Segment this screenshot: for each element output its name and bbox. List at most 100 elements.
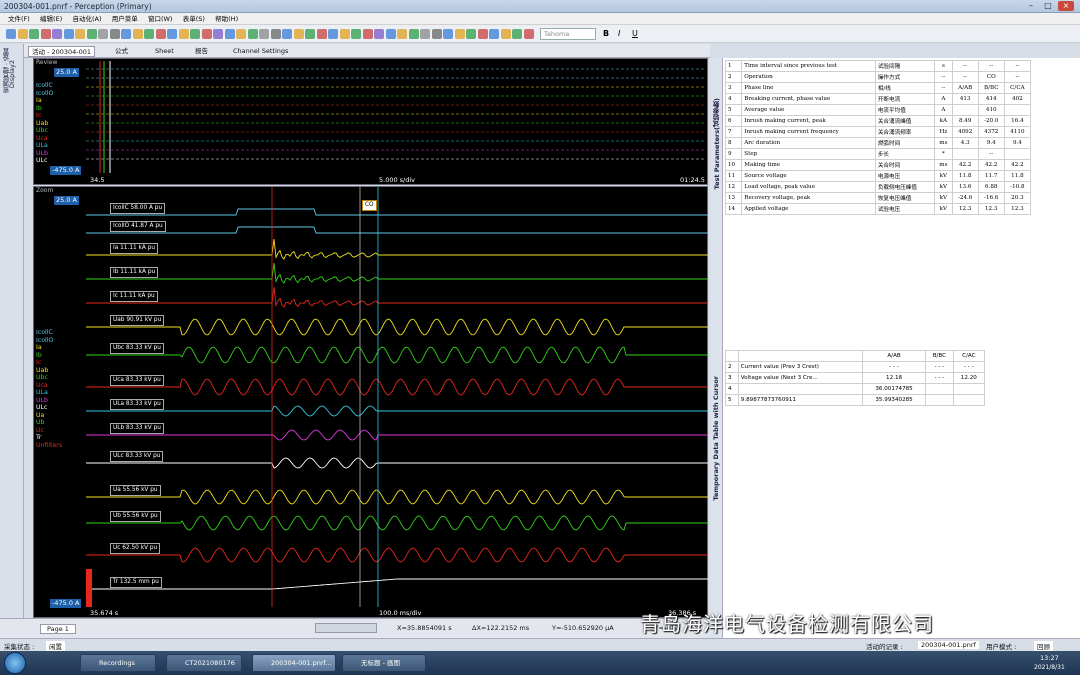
- trace-label[interactable]: IcollO 41.87 A pu: [110, 221, 166, 232]
- zoom-channel[interactable]: ULa: [36, 389, 62, 397]
- menu-user[interactable]: 用户菜单: [112, 13, 138, 25]
- zoom-channel[interactable]: Ub: [36, 419, 62, 427]
- toolbar-icon[interactable]: [201, 29, 212, 39]
- menu-sheet[interactable]: 表单(S): [183, 13, 205, 25]
- toolbar-icon[interactable]: [500, 29, 511, 39]
- playback-controls[interactable]: [315, 623, 377, 633]
- toolbar-icon[interactable]: [328, 29, 338, 39]
- toolbar-icon[interactable]: [224, 29, 235, 39]
- trace-label[interactable]: Tr 132.5 mm pu: [110, 577, 162, 588]
- toolbar-icon[interactable]: [75, 29, 85, 39]
- menu-edit[interactable]: 编辑(E): [40, 13, 62, 25]
- trace-label[interactable]: IcollC 58.00 A pu: [110, 203, 166, 214]
- zoom-channel[interactable]: Ic: [36, 359, 62, 367]
- tab-activity[interactable]: 活动 - 200304-001: [28, 46, 96, 57]
- toolbar-icon[interactable]: [305, 29, 315, 39]
- tab-channel-settings[interactable]: Channel Settings: [230, 46, 291, 57]
- toolbar-icon[interactable]: [489, 29, 499, 39]
- toolbar-icon[interactable]: [144, 29, 154, 39]
- toolbar-icon[interactable]: [293, 29, 304, 39]
- toolbar-icon[interactable]: [431, 29, 442, 39]
- trace-label[interactable]: Uc 62.50 kV pu: [110, 543, 161, 554]
- toolbar-icon[interactable]: [385, 29, 396, 39]
- zoom-panel[interactable]: Zoom 25.0 A -475.0 A IcollC IcollO Ia Ib Ic U…: [33, 186, 708, 618]
- toolbar-icon[interactable]: [17, 29, 28, 39]
- toolbar-icon[interactable]: [29, 29, 39, 39]
- zoom-channel[interactable]: IcollC: [36, 329, 62, 337]
- toolbar-icon[interactable]: [167, 29, 177, 39]
- review-channel[interactable]: Ib: [36, 105, 53, 113]
- trace-label[interactable]: ULa 83.33 kV pu: [110, 399, 164, 410]
- toolbar-icon[interactable]: [282, 29, 292, 39]
- toolbar-icon[interactable]: [523, 29, 534, 39]
- tab-sheet[interactable]: Sheet: [152, 46, 177, 57]
- toolbar-icon[interactable]: [155, 29, 166, 39]
- review-channel[interactable]: IcollC: [36, 82, 53, 90]
- zoom-channel[interactable]: Uca: [36, 382, 62, 390]
- zoom-scale-top[interactable]: 25.0 A: [54, 196, 79, 205]
- review-channel[interactable]: ULa: [36, 142, 53, 150]
- toolbar-icon[interactable]: [466, 29, 476, 39]
- trace-label[interactable]: Uca 83.33 kV pu: [110, 375, 164, 386]
- trace-label[interactable]: Ib 11.11 kA pu: [110, 267, 159, 278]
- toolbar-icon[interactable]: [190, 29, 200, 39]
- toolbar-icon[interactable]: [408, 29, 419, 39]
- italic-button[interactable]: I: [618, 29, 620, 38]
- menu-file[interactable]: 文件(F): [8, 13, 30, 25]
- tab-formula[interactable]: 公式: [112, 46, 131, 57]
- review-channel[interactable]: Ic: [36, 112, 53, 120]
- minimize-button[interactable]: –: [1023, 1, 1039, 11]
- toolbar-icon[interactable]: [236, 29, 246, 39]
- zoom-channel[interactable]: Uab: [36, 367, 62, 375]
- close-button[interactable]: ×: [1058, 1, 1074, 11]
- menu-help[interactable]: 帮助(H): [215, 13, 238, 25]
- toolbar-icon[interactable]: [362, 29, 373, 39]
- trace-label[interactable]: Uab 90.91 kV pu: [110, 315, 165, 326]
- zoom-channel[interactable]: Unfilters: [36, 442, 62, 450]
- review-channel[interactable]: ULc: [36, 157, 53, 165]
- review-channel[interactable]: Ia: [36, 97, 53, 105]
- trace-label[interactable]: Ia 11.11 kA pu: [110, 243, 159, 254]
- toolbar-icon[interactable]: [420, 29, 430, 39]
- toolbar-icon[interactable]: [512, 29, 522, 39]
- zoom-channel[interactable]: IcollO: [36, 337, 62, 345]
- task-paint[interactable]: 无标题 - 画图: [342, 654, 426, 672]
- toolbar-icon[interactable]: [316, 29, 327, 39]
- zoom-channel[interactable]: ULb: [36, 397, 62, 405]
- zoom-channel[interactable]: Ia: [36, 344, 62, 352]
- toolbar-icon[interactable]: [40, 29, 51, 39]
- menu-automation[interactable]: 自动化(A): [72, 13, 101, 25]
- zoom-channel[interactable]: Tr: [36, 434, 62, 442]
- review-panel[interactable]: Review 25.0 A -475.0 A IcollC IcollO Ia Ib I…: [33, 58, 708, 185]
- toolbar-icon[interactable]: [247, 29, 258, 39]
- review-channel[interactable]: Uab: [36, 120, 53, 128]
- tab-report[interactable]: 报告: [192, 46, 211, 57]
- toolbar-icon[interactable]: [213, 29, 223, 39]
- toolbar-icon[interactable]: [6, 29, 16, 39]
- toolbar-icon[interactable]: [374, 29, 384, 39]
- page-selector[interactable]: Page 1: [40, 624, 76, 634]
- trace-label[interactable]: ULb 83.33 kV pu: [110, 423, 164, 434]
- trace-label[interactable]: Ua 55.56 kV pu: [110, 485, 161, 496]
- toolbar-icon[interactable]: [397, 29, 407, 39]
- review-channel[interactable]: IcollO: [36, 90, 53, 98]
- toolbar-icon[interactable]: [454, 29, 465, 39]
- zoom-channel[interactable]: Ib: [36, 352, 62, 360]
- task-recordings[interactable]: Recordings: [80, 654, 156, 672]
- review-scale-bottom[interactable]: -475.0 A: [50, 166, 82, 175]
- toolbar-icon[interactable]: [259, 29, 269, 39]
- review-channel[interactable]: ULb: [36, 150, 53, 158]
- toolbar-icon[interactable]: [270, 29, 281, 39]
- font-select[interactable]: Tahoma: [540, 28, 596, 40]
- zoom-channel[interactable]: ULc: [36, 404, 62, 412]
- underline-button[interactable]: U: [632, 29, 638, 38]
- trace-label[interactable]: ULc 83.33 kV pu: [110, 451, 164, 462]
- toolbar-icon[interactable]: [121, 29, 131, 39]
- task-perception[interactable]: 200304-001.pnrf...: [252, 654, 336, 672]
- trace-label[interactable]: Ub 55.56 kV pu: [110, 511, 161, 522]
- zoom-channel[interactable]: Ua: [36, 412, 62, 420]
- zoom-scale-bottom[interactable]: -475.0 A: [50, 599, 82, 608]
- toolbar-icon[interactable]: [52, 29, 62, 39]
- toolbar-icon[interactable]: [477, 29, 488, 39]
- maximize-button[interactable]: □: [1040, 1, 1056, 11]
